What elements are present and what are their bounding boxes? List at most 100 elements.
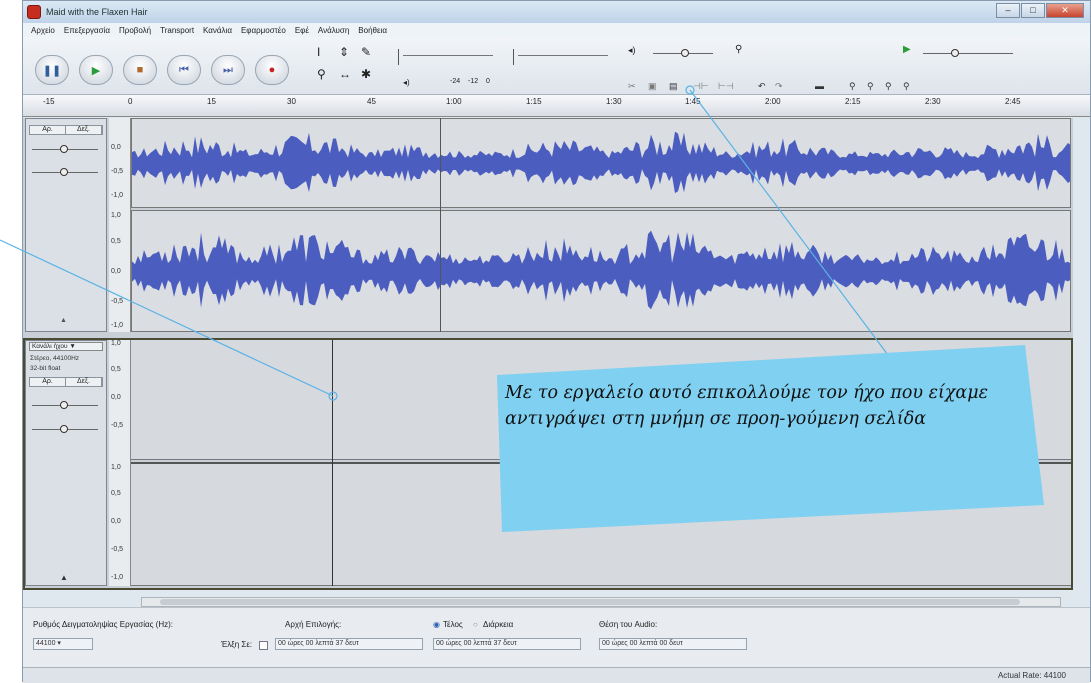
selection-start-label: Αρχή Επιλογής: (285, 620, 342, 629)
playback-meter[interactable] (398, 49, 508, 65)
scroll-thumb[interactable] (160, 599, 1020, 605)
ruler-label: 0 (128, 97, 133, 106)
menu-file[interactable]: Αρχείο (31, 26, 55, 35)
meter-mark-0: 0 (486, 78, 490, 85)
zoom-in-icon[interactable]: ⚲ (849, 81, 856, 92)
collapse-arrow-icon[interactable]: ▲ (60, 317, 67, 324)
play-at-speed-icon[interactable]: ▶ (903, 44, 911, 55)
scale-label: -1,0 (111, 574, 124, 581)
record-button[interactable]: ● (255, 55, 289, 85)
play-speed-slider[interactable] (923, 49, 1013, 57)
fit-project-icon[interactable]: ⚲ (903, 81, 910, 92)
timeline-ruler[interactable]: -15 0 15 30 45 1:00 1:15 1:30 1:45 2:00 … (23, 95, 1090, 117)
scale-label: 1,0 (111, 340, 121, 347)
track2-control-panel[interactable]: Κανάλι ήχου ▼ Στέρεο, 44100Hz 32-bit flo… (25, 340, 107, 586)
menu-analyze[interactable]: Ανάλυση (318, 26, 349, 35)
track1-amplitude-ruler: 0,0 -0,5 -1,0 1,0 0,5 0,0 -0,5 -1,0 (109, 118, 131, 332)
ruler-label: 1:15 (526, 97, 542, 106)
menu-help[interactable]: Βοήθεια (358, 26, 387, 35)
selection-end-field[interactable]: 00 ώρες 00 λεπτά 37 δευτ (433, 638, 581, 650)
minimize-button[interactable]: – (996, 3, 1020, 18)
menu-edit[interactable]: Επεξεργασία (64, 26, 110, 35)
silence-icon[interactable]: ⊢⊣ (718, 81, 734, 92)
length-label: Διάρκεια (483, 620, 514, 629)
selection-start-field[interactable]: 00 ώρες 00 λεπτά 37 δευτ (275, 638, 423, 650)
menu-tracks[interactable]: Κανάλια (203, 26, 232, 35)
scale-label: 0,5 (111, 366, 121, 373)
skip-end-button[interactable]: ⏭ (211, 55, 245, 85)
select-tool-icon[interactable]: I (317, 45, 320, 59)
left-label: Αρ. (30, 378, 66, 386)
scale-label: -1,0 (111, 322, 124, 329)
project-rate-label: Ρυθμός Δειγματοληψίας Εργασίας (Hz): (33, 620, 174, 629)
fit-selection-icon[interactable]: ⚲ (885, 81, 892, 92)
zoom-tool-icon[interactable]: ⚲ (317, 67, 326, 81)
audio-position-label: Θέση του Audio: (599, 620, 658, 629)
track2-gain-slider[interactable] (32, 401, 98, 409)
track1-pan-slider[interactable] (32, 168, 98, 176)
horizontal-scrollbar[interactable] (141, 597, 1061, 607)
timeshift-tool-icon[interactable]: ↔ (339, 67, 351, 81)
ruler-label: 2:30 (925, 97, 941, 106)
record-meter[interactable] (513, 49, 623, 65)
paste-icon[interactable]: ▤ (669, 81, 678, 92)
track2-name-menu[interactable]: Κανάλι ήχου ▼ (29, 342, 103, 351)
track-name: Κανάλι ήχου (32, 343, 68, 350)
copy-icon[interactable]: ▣ (648, 81, 657, 92)
trim-icon[interactable]: ⊣⊢ (693, 81, 709, 92)
scale-label: -0,5 (111, 168, 124, 175)
redo-icon[interactable]: ↷ (775, 81, 783, 92)
scale-label: 0,0 (111, 518, 121, 525)
sync-lock-icon[interactable]: ▬ (815, 81, 824, 91)
scale-label: -1,0 (111, 192, 124, 199)
menu-view[interactable]: Προβολή (119, 26, 151, 35)
right-label: Δεξ. (66, 126, 102, 134)
pause-button[interactable]: ❚❚ (35, 55, 69, 85)
audio-position-field[interactable]: 00 ώρες 00 λεπτά 00 δευτ (599, 638, 747, 650)
draw-tool-icon[interactable]: ✎ (361, 45, 371, 59)
undo-icon[interactable]: ↶ (758, 81, 766, 92)
mic-icon: ⚲ (735, 44, 743, 55)
cut-icon[interactable]: ✂ (628, 81, 636, 92)
track1-lr-bar: Αρ. Δεξ. (29, 125, 103, 135)
track2-pan-slider[interactable] (32, 425, 98, 433)
track1-gain-slider[interactable] (32, 145, 98, 153)
snap-to-label: Έλξη Σε: (221, 640, 253, 649)
menu-generate[interactable]: Εφαρμοστέο (241, 26, 286, 35)
edit-cursor (332, 340, 333, 586)
collapse-arrow-icon[interactable]: ▲ (60, 573, 68, 582)
scale-label: 1,0 (111, 464, 121, 471)
ruler-label: 1:30 (606, 97, 622, 106)
menu-transport[interactable]: Transport (160, 26, 194, 35)
meter-mark-24: -24 (450, 78, 461, 85)
menu-effects[interactable]: Εφέ (295, 26, 309, 35)
track1-control-panel[interactable]: Αρ. Δεξ. ▲ (25, 118, 107, 332)
callout-box: Με το εργαλείο αυτό επικολλούμε τον ήχο … (497, 345, 1044, 532)
output-volume-slider[interactable] (653, 49, 713, 57)
zoom-out-icon[interactable]: ⚲ (867, 81, 874, 92)
envelope-tool-icon[interactable]: ⇕ (339, 45, 349, 59)
title-bar: Maid with the Flaxen Hair – □ ✕ (23, 1, 1090, 23)
multi-tool-icon[interactable]: ✱ (361, 67, 371, 81)
skip-start-button[interactable]: ⏮ (167, 55, 201, 85)
app-window: Maid with the Flaxen Hair – □ ✕ Αρχείο Ε… (22, 0, 1091, 683)
snap-checkbox[interactable] (259, 641, 268, 650)
play-cursor (440, 118, 441, 332)
status-bar: Actual Rate: 44100 (23, 667, 1090, 683)
track1-left-waveform[interactable] (131, 118, 1071, 208)
close-button[interactable]: ✕ (1046, 3, 1084, 18)
end-radio[interactable]: ◉ (433, 620, 440, 629)
track1-right-waveform[interactable] (131, 210, 1071, 332)
end-label: Τέλος (443, 620, 463, 629)
play-button[interactable]: ▶ (79, 55, 113, 85)
project-rate-select[interactable]: 44100 ▾ (33, 638, 93, 650)
scale-label: -0,5 (111, 422, 124, 429)
ruler-label: -15 (43, 97, 55, 106)
maximize-button[interactable]: □ (1021, 3, 1045, 18)
track2-lr-bar: Αρ. Δεξ. (29, 377, 103, 387)
left-label: Αρ. (30, 126, 66, 134)
ruler-label: 2:45 (1005, 97, 1021, 106)
length-radio[interactable]: ○ (473, 620, 478, 629)
stop-button[interactable]: ■ (123, 55, 157, 85)
scale-label: 1,0 (111, 212, 121, 219)
